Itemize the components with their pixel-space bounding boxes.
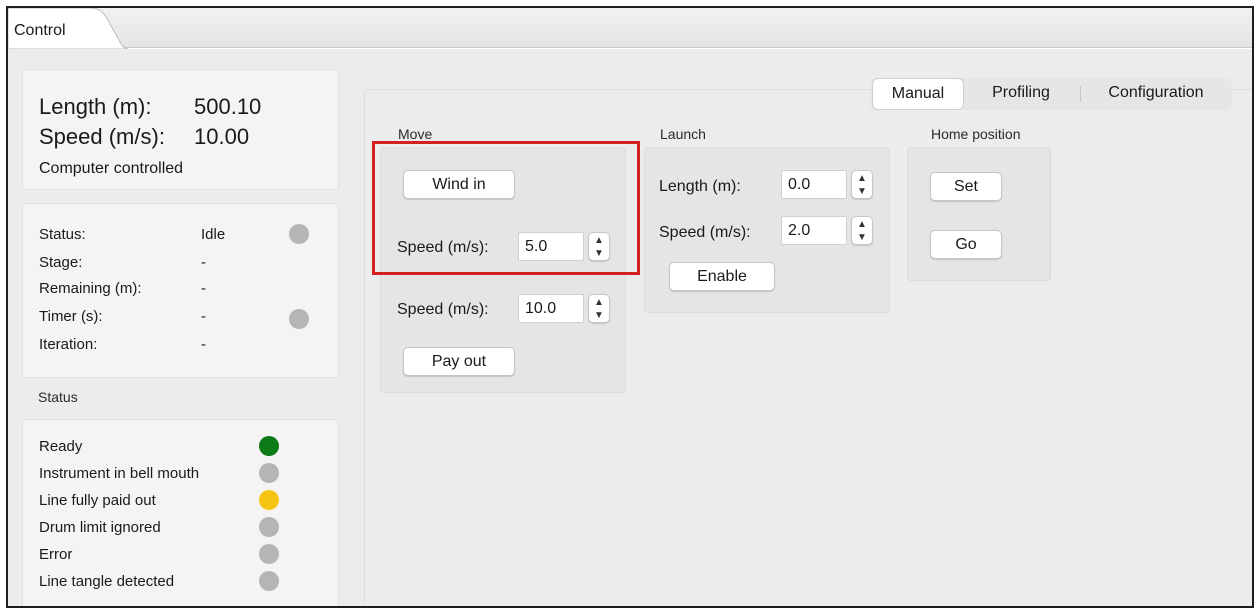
tab-configuration[interactable]: Configuration [1082,78,1230,110]
control-mode: Computer controlled [39,160,184,177]
status-details-panel: Status: Idle Stage: - Remaining (m): - T… [22,203,339,378]
status-row-status: Status: Idle [39,226,329,246]
iteration-label: Iteration: [39,336,98,353]
status-row-iteration: Iteration: - [39,336,329,356]
stage-value: - [201,254,206,271]
length-label: Length (m): [39,94,152,119]
status-value: Idle [201,226,226,243]
status-row-remaining: Remaining (m): - [39,280,329,300]
home-title: Home position [931,126,1021,142]
pay-out-speed-stepper[interactable]: ▲ ▼ [588,294,610,323]
set-home-button[interactable]: Set [930,172,1002,201]
speed-value: 10.00 [194,124,250,149]
status-row-timer: Timer (s): - [39,308,329,328]
light-label-paid-out: Line fully paid out [39,492,156,509]
status-section-title: Status [38,389,78,405]
tab-control-label: Control [14,22,66,39]
timer-value: - [201,308,206,325]
tab-control[interactable]: Control [8,8,128,49]
iteration-value: - [201,336,206,353]
light-label-instrument: Instrument in bell mouth [39,465,200,482]
go-home-button[interactable]: Go [930,230,1002,259]
instrument-light-icon [259,463,279,483]
drum-limit-light-icon [259,517,279,537]
launch-length-spinbox: ▲ ▼ [781,170,877,199]
light-label-ready: Ready [39,438,83,455]
launch-speed-stepper[interactable]: ▲ ▼ [851,216,873,245]
stage-label: Stage: [39,254,83,271]
highlight-box [372,141,640,275]
tab-profiling[interactable]: Profiling [968,78,1074,110]
chevron-up-icon[interactable]: ▲ [852,172,872,185]
app-window: Control Length (m): 500.10 Speed (m/s): … [6,6,1254,608]
launch-speed-spinbox: ▲ ▼ [781,216,877,245]
remaining-label: Remaining (m): [39,280,142,297]
timer-label: Timer (s): [39,308,103,325]
home-group: Set Go [907,147,1051,281]
summary-panel: Length (m): 500.10 Speed (m/s): 10.00 Co… [22,69,339,190]
enable-button[interactable]: Enable [669,262,775,291]
launch-length-label: Length (m): [659,178,741,195]
light-label-tangle: Line tangle detected [39,573,175,590]
pay-out-speed-label: Speed (m/s): [397,301,489,318]
chevron-up-icon[interactable]: ▲ [852,218,872,231]
status-label: Status: [39,226,86,243]
tangle-light-icon [259,571,279,591]
move-title: Move [398,126,433,142]
launch-group: Length (m): ▲ ▼ Speed (m/s): ▲ ▼ Enable [644,147,890,313]
chevron-down-icon[interactable]: ▼ [852,231,872,244]
chevron-down-icon[interactable]: ▼ [589,309,609,322]
status-row-stage: Stage: - [39,254,329,274]
mode-segmented-control: Manual Profiling Configuration [870,78,1232,110]
ready-light-icon [259,436,279,456]
light-label-error: Error [39,546,73,563]
chevron-up-icon[interactable]: ▲ [589,296,609,309]
pay-out-speed-input[interactable] [518,294,584,323]
launch-speed-input[interactable] [781,216,847,245]
error-light-icon [259,544,279,564]
launch-title: Launch [660,126,706,142]
speed-label: Speed (m/s): [39,124,165,149]
length-value: 500.10 [194,94,262,119]
launch-length-input[interactable] [781,170,847,199]
pay-out-speed-spinbox: ▲ ▼ [518,294,614,323]
status-indicator-icon [289,224,309,244]
pay-out-button[interactable]: Pay out [403,347,515,376]
tab-strip: Control [8,8,1252,49]
launch-speed-label: Speed (m/s): [659,224,751,241]
light-label-drum-limit: Drum limit ignored [39,519,161,536]
segment-divider [1080,86,1081,102]
paid-out-light-icon [259,490,279,510]
timer-indicator-icon [289,309,309,329]
tab-manual[interactable]: Manual [872,78,964,110]
launch-length-stepper[interactable]: ▲ ▼ [851,170,873,199]
control-tab-content: Length (m): 500.10 Speed (m/s): 10.00 Co… [8,49,1252,606]
remaining-value: - [201,280,206,297]
status-lights-panel: Ready Instrument in bell mouth Line full… [22,419,339,606]
chevron-down-icon[interactable]: ▼ [852,185,872,198]
